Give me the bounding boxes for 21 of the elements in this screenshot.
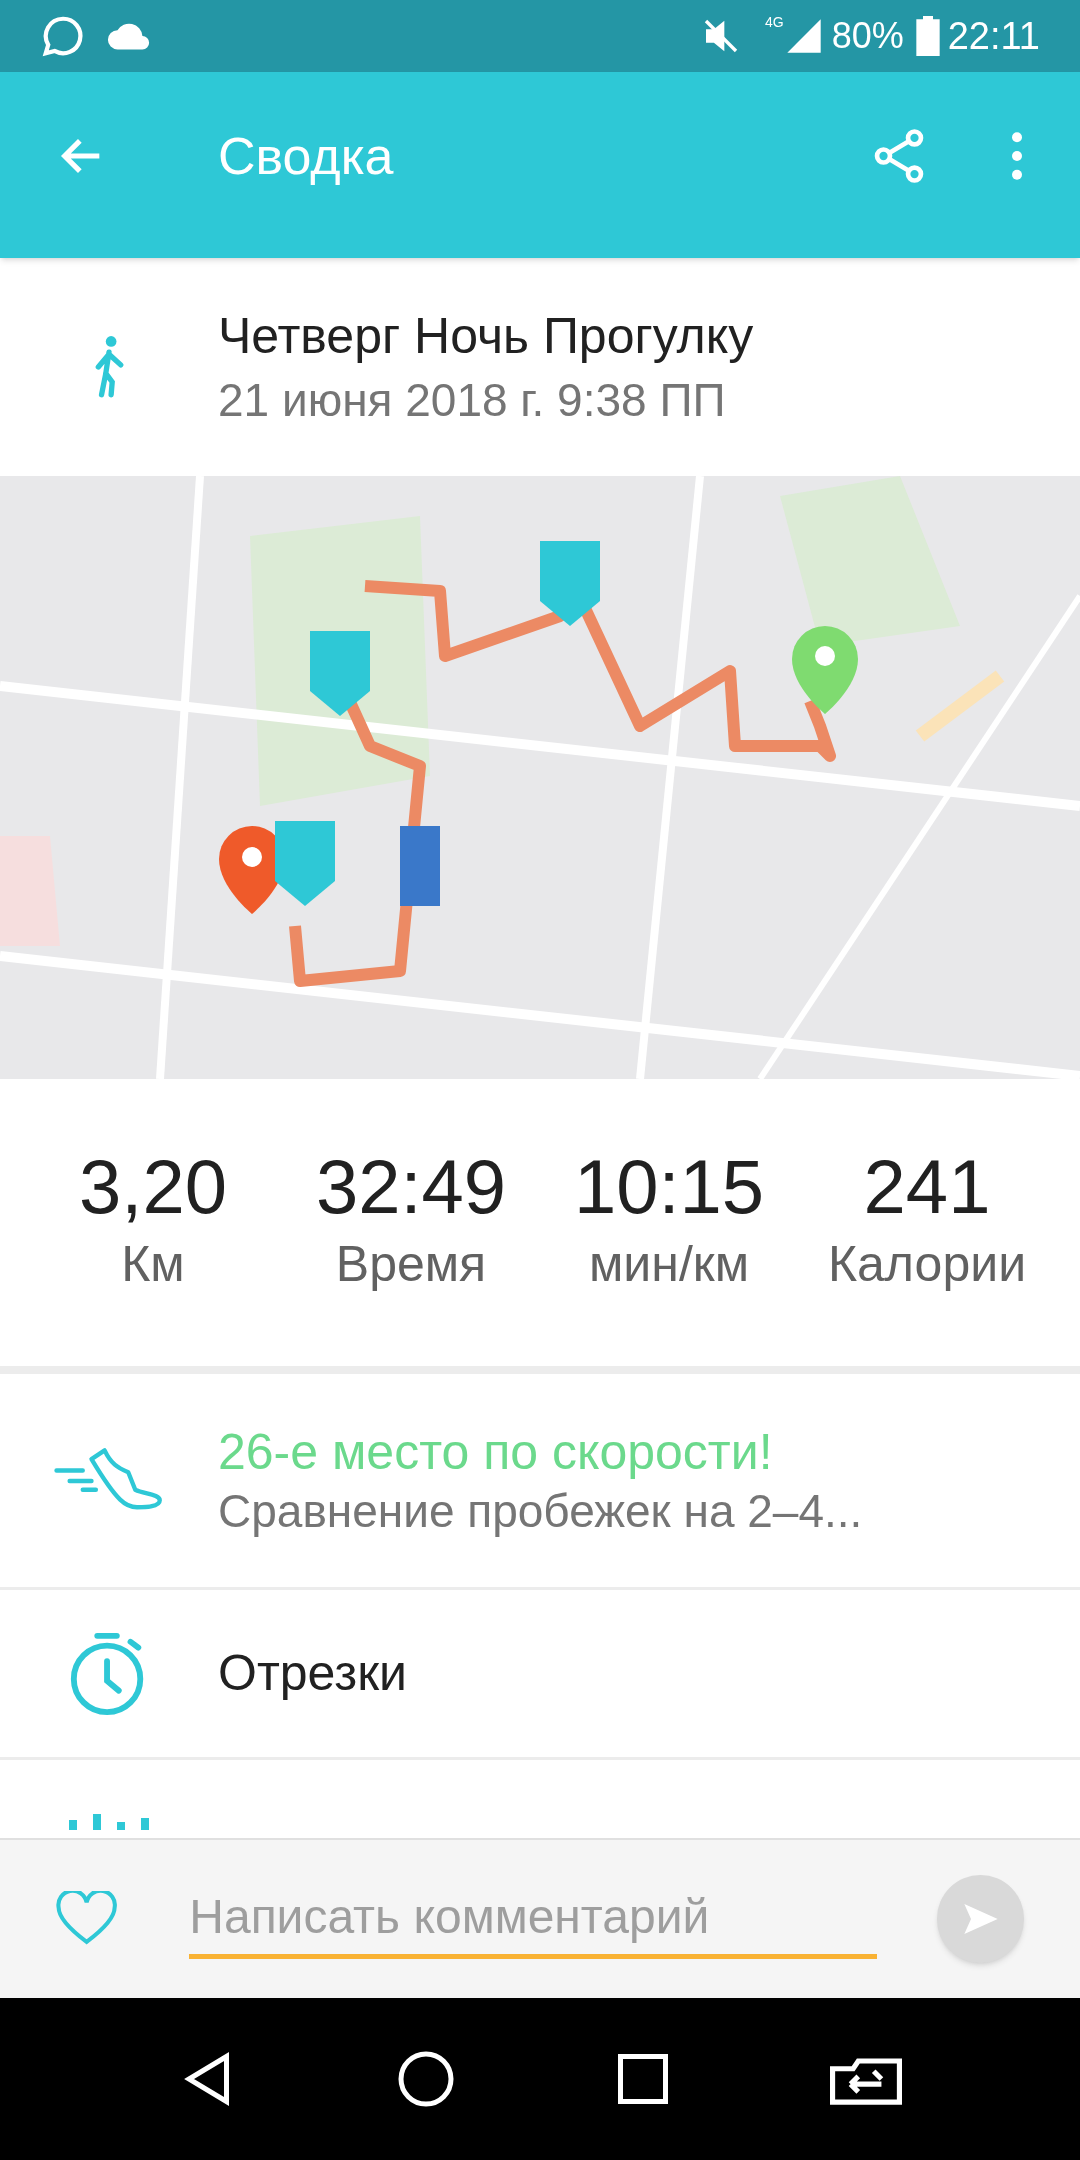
comment-field[interactable]: Написать комментарий (189, 1879, 878, 1959)
battery-percent: 80% (831, 14, 904, 58)
screen-title: Сводка (218, 126, 394, 187)
stat-value: 10:15 (573, 1149, 765, 1226)
network-type: 4G (764, 13, 784, 32)
activity-title: Четверг Ночь Прогулку (218, 307, 754, 366)
activity-date: 21 июня 2018 г. 9:38 ПП (218, 372, 727, 428)
stat-label: Км (121, 1235, 185, 1295)
heart-icon[interactable] (56, 1891, 118, 1947)
stat-value: 241 (863, 1149, 991, 1226)
clock: 22:11 (947, 13, 1040, 59)
battery-icon (915, 16, 940, 56)
stat-value: 32:49 (315, 1149, 507, 1226)
list-item-subtitle: Сравнение пробежек на 2–4... (218, 1484, 863, 1539)
stat-label: мин/км (588, 1235, 750, 1295)
cloud-icon (106, 22, 152, 50)
stat-label: Время (335, 1235, 487, 1295)
stat-value: 3,20 (79, 1149, 227, 1226)
list-item-title[interactable]: Отрезки (218, 1642, 408, 1705)
stat-label: Калории (827, 1235, 1027, 1295)
more-options-icon[interactable] (1010, 131, 1024, 181)
